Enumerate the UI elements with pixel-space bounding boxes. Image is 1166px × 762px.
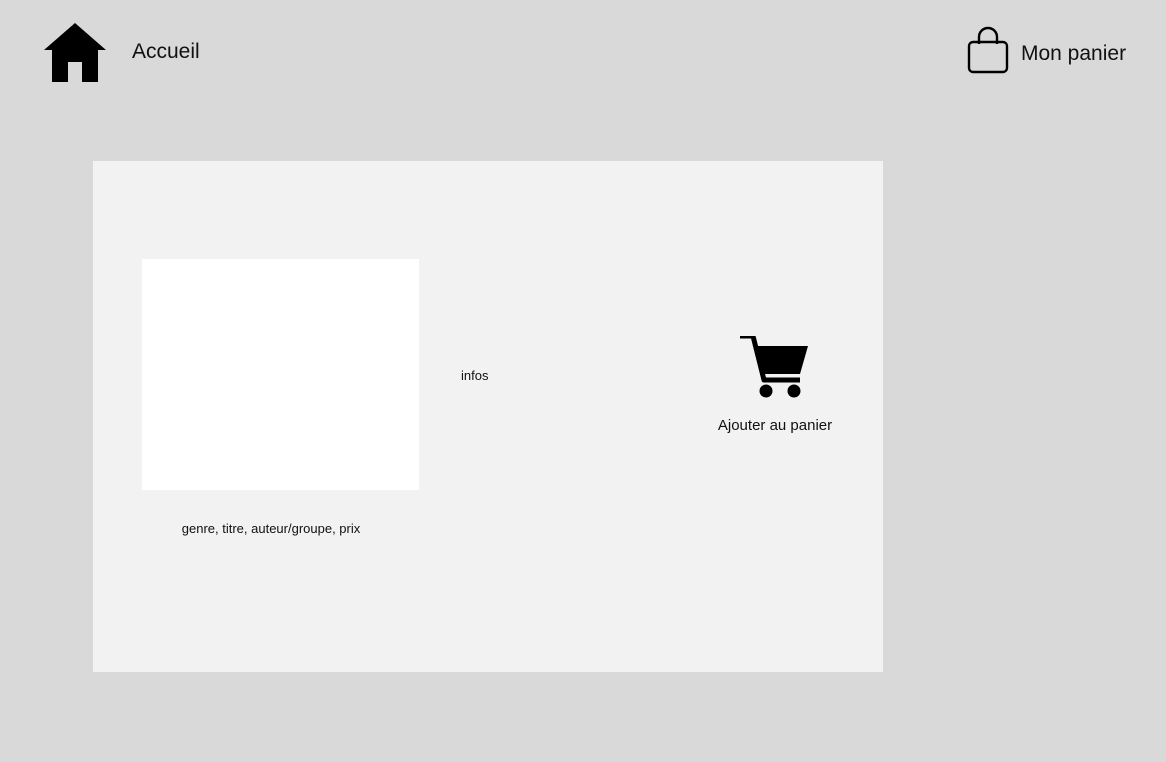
product-infos: infos	[461, 368, 489, 383]
my-cart-link[interactable]: Mon panier	[967, 26, 1126, 74]
product-meta: genre, titre, auteur/groupe, prix	[181, 521, 361, 536]
home-label: Accueil	[132, 40, 200, 63]
add-to-cart-button[interactable]: Ajouter au panier	[705, 336, 845, 434]
shopping-cart-icon	[740, 336, 808, 398]
home-icon	[44, 23, 106, 82]
product-card: genre, titre, auteur/groupe, prix infos …	[93, 161, 883, 672]
my-cart-label: Mon panier	[1021, 41, 1127, 65]
shopping-bag-icon	[967, 26, 1009, 74]
home-link[interactable]: Accueil	[44, 22, 200, 84]
add-to-cart-label: Ajouter au panier	[717, 417, 833, 434]
product-image-placeholder	[142, 259, 419, 490]
